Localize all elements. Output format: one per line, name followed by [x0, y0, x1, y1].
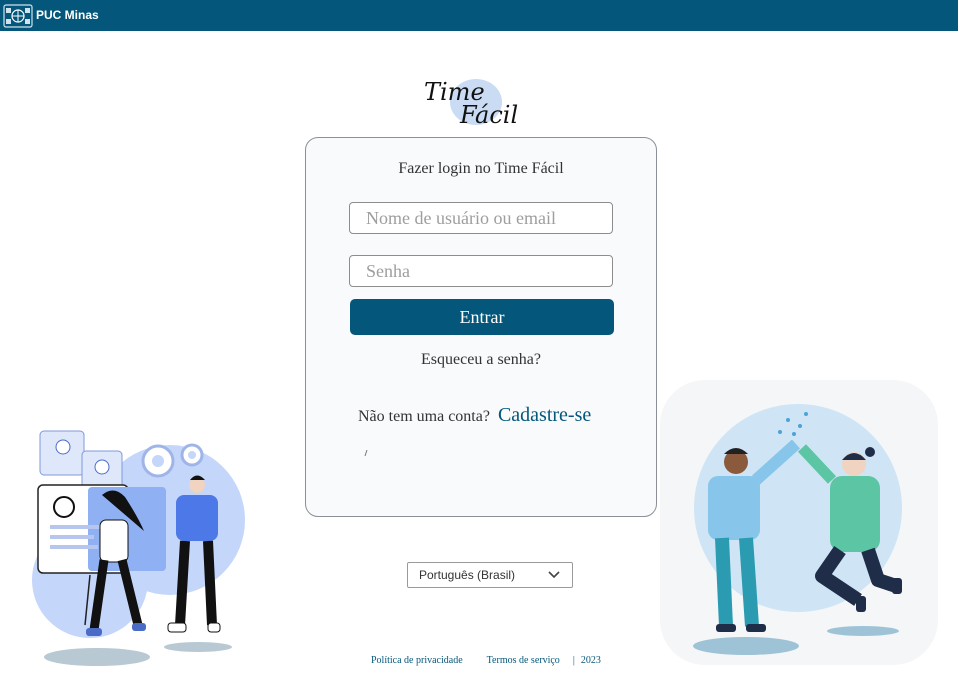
- login-title: Fazer login no Time Fácil: [398, 160, 564, 177]
- privacy-link[interactable]: Política de privacidade: [371, 655, 463, 666]
- brand-name[interactable]: PUC Minas: [36, 8, 99, 22]
- terms-link[interactable]: Termos de serviço: [487, 655, 560, 666]
- signup-question: Não tem uma conta?: [358, 408, 490, 425]
- top-bar: PUC Minas: [0, 0, 958, 31]
- footer-separator: |: [572, 655, 575, 666]
- signup-link[interactable]: Cadastre-se: [498, 404, 591, 427]
- password-input[interactable]: [349, 255, 613, 287]
- time-facil-logo: Time Fácil: [424, 78, 518, 128]
- login-card: Fazer login no Time Fácil Entrar Esquece…: [305, 137, 657, 517]
- forgot-password-link[interactable]: Esqueceu a senha?: [306, 351, 656, 369]
- footer: Política de privacidade Termos de serviç…: [371, 655, 601, 666]
- people-profile-illustration: [32, 430, 245, 666]
- high-five-illustration: [660, 380, 938, 665]
- tick-mark-icon: [364, 450, 368, 456]
- language-select[interactable]: Português (Brasil): [407, 562, 573, 588]
- signup-row: Não tem uma conta? Cadastre-se: [358, 404, 591, 427]
- logo-line-2: Fácil: [459, 101, 518, 128]
- puc-minas-crest-icon[interactable]: [3, 2, 33, 29]
- footer-year: 2023: [580, 655, 601, 666]
- chevron-down-icon: [548, 571, 560, 579]
- username-input[interactable]: [349, 202, 613, 234]
- login-button[interactable]: Entrar: [350, 299, 614, 335]
- language-selected: Português (Brasil): [419, 568, 516, 582]
